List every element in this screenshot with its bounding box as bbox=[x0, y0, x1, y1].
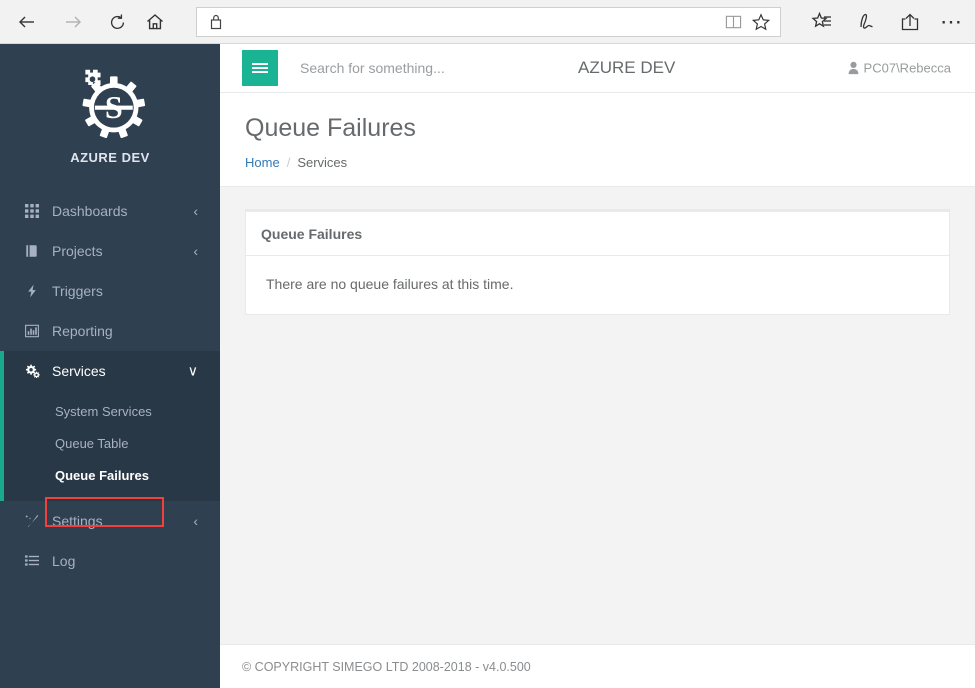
list-icon bbox=[25, 554, 47, 568]
sidebar-item-dashboards[interactable]: Dashboards ‹ bbox=[0, 191, 220, 231]
hamburger-bar bbox=[252, 67, 268, 69]
user-name: PC07\Rebecca bbox=[863, 60, 951, 76]
sidebar-item-services[interactable]: Services ∨ bbox=[0, 351, 220, 391]
breadcrumb-separator: / bbox=[286, 154, 291, 170]
person-icon bbox=[848, 61, 859, 75]
sidebar-subitem-label: System Services bbox=[55, 403, 152, 419]
sidebar-subitem-queue-table[interactable]: Queue Table bbox=[0, 427, 220, 459]
queue-failures-panel: Queue Failures There are no queue failur… bbox=[245, 208, 950, 315]
more-options-icon[interactable]: ⋯ bbox=[936, 6, 968, 38]
user-account[interactable]: PC07\Rebecca bbox=[848, 61, 951, 76]
sidebar-subitem-label: Queue Table bbox=[55, 435, 129, 451]
browser-forward-button[interactable] bbox=[56, 5, 90, 39]
sidebar-item-label: Triggers bbox=[52, 283, 103, 299]
breadcrumb-home[interactable]: Home bbox=[245, 155, 280, 170]
sidebar-item-projects[interactable]: Projects ‹ bbox=[0, 231, 220, 271]
sidebar-item-settings[interactable]: Settings ‹ bbox=[0, 501, 220, 541]
chevron-left-icon: ‹ bbox=[193, 203, 198, 219]
content-area: Queue Failures There are no queue failur… bbox=[220, 187, 975, 315]
topbar-title: AZURE DEV bbox=[578, 58, 676, 77]
sidebar: S AZURE DEV Dashboards ‹ bbox=[0, 44, 220, 688]
web-note-pen-icon[interactable] bbox=[849, 6, 881, 38]
sidebar-item-label: Reporting bbox=[52, 323, 113, 339]
browser-chrome: ⋯ bbox=[0, 0, 975, 44]
sidebar-item-reporting[interactable]: Reporting bbox=[0, 311, 220, 351]
sidebar-item-label: Services bbox=[52, 363, 106, 379]
footer: © COPYRIGHT SIMEGO LTD 2008-2018 - v4.0.… bbox=[220, 644, 975, 688]
share-icon[interactable] bbox=[894, 6, 926, 38]
sidebar-nav: Dashboards ‹ Projects ‹ Triggers Reporti… bbox=[0, 191, 220, 581]
main-content: AZURE DEV PC07\Rebecca Queue Failures Ho… bbox=[220, 44, 975, 688]
panel-heading: Queue Failures bbox=[246, 212, 949, 256]
search-input[interactable] bbox=[300, 60, 560, 76]
book-icon bbox=[25, 244, 47, 258]
hamburger-bar bbox=[252, 63, 268, 65]
page-title: Queue Failures bbox=[245, 114, 416, 142]
sidebar-item-log[interactable]: Log bbox=[0, 541, 220, 581]
bolt-icon bbox=[25, 284, 47, 298]
menu-toggle-button[interactable] bbox=[242, 50, 278, 86]
sidebar-item-label: Settings bbox=[52, 513, 103, 529]
sidebar-item-triggers[interactable]: Triggers bbox=[0, 271, 220, 311]
sidebar-item-label: Projects bbox=[52, 243, 103, 259]
chevron-down-icon: ∨ bbox=[187, 362, 198, 379]
sidebar-item-label: Log bbox=[52, 553, 76, 569]
browser-back-button[interactable] bbox=[10, 5, 44, 39]
sidebar-item-label: Dashboards bbox=[52, 203, 128, 219]
gears-icon bbox=[25, 364, 47, 378]
panel-body-message: There are no queue failures at this time… bbox=[266, 275, 514, 292]
sidebar-submenu-services: System Services Queue Table Queue Failur… bbox=[0, 391, 220, 501]
favorites-star-icon[interactable] bbox=[748, 8, 774, 36]
chevron-left-icon: ‹ bbox=[193, 243, 198, 259]
address-bar[interactable] bbox=[196, 7, 781, 37]
page-header: Queue Failures Home / Services bbox=[220, 93, 975, 187]
browser-refresh-button[interactable] bbox=[100, 5, 134, 39]
sidebar-subitem-system-services[interactable]: System Services bbox=[0, 395, 220, 427]
browser-home-button[interactable] bbox=[138, 5, 172, 39]
brand-block: S AZURE DEV bbox=[0, 44, 220, 165]
breadcrumb-current: Services bbox=[297, 154, 348, 170]
lock-icon bbox=[209, 13, 223, 31]
hub-icon[interactable] bbox=[806, 6, 838, 38]
ellipsis-glyph: ⋯ bbox=[940, 9, 964, 34]
hamburger-bar bbox=[252, 71, 268, 73]
breadcrumb: Home / Services bbox=[245, 155, 950, 170]
copyright-text: © COPYRIGHT SIMEGO LTD 2008-2018 - v4.0.… bbox=[242, 659, 531, 674]
grid-icon bbox=[25, 204, 47, 218]
wand-icon bbox=[25, 514, 47, 528]
chevron-left-icon: ‹ bbox=[193, 513, 198, 529]
brand-name: AZURE DEV bbox=[70, 150, 150, 165]
sidebar-subitem-label: Queue Failures bbox=[55, 467, 149, 483]
bar-chart-icon bbox=[25, 324, 47, 338]
sidebar-subitem-queue-failures[interactable]: Queue Failures bbox=[0, 459, 220, 491]
simego-gear-logo: S bbox=[72, 66, 148, 139]
reading-view-icon[interactable] bbox=[720, 8, 746, 36]
top-navbar: AZURE DEV PC07\Rebecca bbox=[220, 44, 975, 93]
